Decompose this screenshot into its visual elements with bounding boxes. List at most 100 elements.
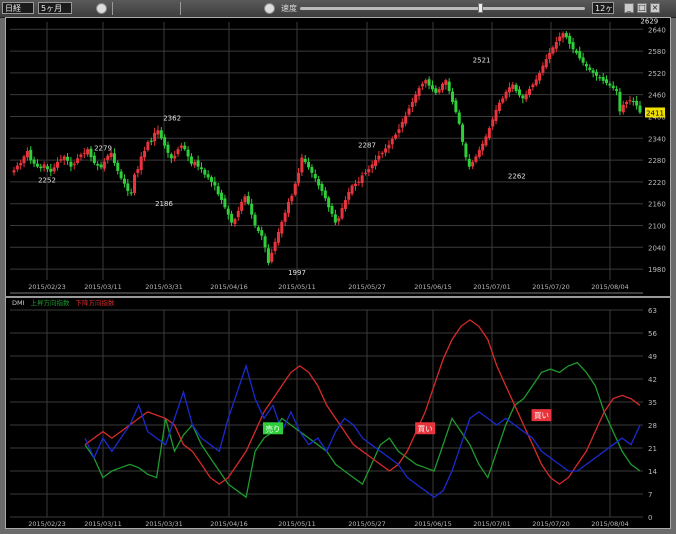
candle-body <box>323 190 327 199</box>
candle-body <box>427 79 431 86</box>
candle-body <box>293 183 297 195</box>
dmi-x-tick-label: 2015/06/15 <box>414 520 451 528</box>
candle-body <box>156 130 160 135</box>
candle-body <box>203 169 207 175</box>
candle-body <box>89 148 93 158</box>
dmi-legend-entry: 下降方向指数 <box>76 298 116 307</box>
price-x-tick-label: 2015/02/23 <box>28 283 65 291</box>
dmi-panel: 0 7 14 21 28 35 42 49 56 63 2015/02/23 2015/03/11 20… <box>5 296 671 528</box>
dmi-y-tick-label: 63 <box>648 307 657 315</box>
candle-body <box>280 221 284 234</box>
candle-body <box>340 208 344 219</box>
candle-body <box>484 136 488 146</box>
candle-body <box>236 210 240 218</box>
candle-body <box>52 167 56 172</box>
candle-body <box>531 84 535 88</box>
candle-body <box>116 162 120 171</box>
dmi-y-tick-label: 56 <box>648 330 657 338</box>
candle-body <box>638 105 642 113</box>
candle-body <box>109 152 113 157</box>
candle-body <box>377 155 381 160</box>
candle-body <box>303 158 307 162</box>
candle-body <box>594 71 598 76</box>
candle-body <box>517 89 521 96</box>
dmi-x-tick-label: 2015/03/11 <box>84 520 121 528</box>
candle-body <box>333 214 337 223</box>
candle-body <box>283 212 287 222</box>
candle-body <box>62 156 66 160</box>
candle-body <box>246 196 250 204</box>
candle-body <box>35 163 39 167</box>
dmi-x-tick-label: 2015/05/27 <box>348 520 385 528</box>
candle-body <box>206 174 210 178</box>
candle-body <box>384 148 388 153</box>
candle-body <box>367 169 371 173</box>
candle-body <box>317 179 321 186</box>
candle-body <box>216 186 220 195</box>
candle-body <box>370 164 374 169</box>
candle-body <box>628 100 632 102</box>
candle-body <box>300 157 304 173</box>
candle-body <box>226 208 230 215</box>
price-extreme-label: 2521 <box>473 57 491 65</box>
candle-body <box>166 144 170 153</box>
candle-body <box>417 88 421 96</box>
candle-body <box>66 156 70 161</box>
candle-body <box>481 143 485 151</box>
candle-body <box>56 161 60 168</box>
candle-body <box>487 128 491 138</box>
candle-body <box>112 153 116 163</box>
price-extreme-label: 2186 <box>155 200 173 208</box>
candle-body <box>290 195 294 202</box>
candle-body <box>22 156 26 164</box>
candle-body <box>129 192 133 194</box>
candle-body <box>454 100 458 113</box>
candle-body <box>126 183 130 191</box>
candle-body <box>210 177 214 182</box>
candle-body <box>578 51 582 59</box>
candle-body <box>504 91 508 99</box>
candle-body <box>631 101 635 103</box>
signal-label: 買い <box>534 411 549 420</box>
candle-body <box>122 178 126 184</box>
dmi-legend-entry: 上昇方向指数 <box>31 298 71 307</box>
candle-body <box>374 160 378 167</box>
candle-body <box>554 41 558 49</box>
candle-body <box>12 170 16 173</box>
dmi-y-tick-label: 7 <box>648 491 652 499</box>
candle-body <box>611 85 615 89</box>
candle-body <box>457 112 461 124</box>
candle-body <box>163 137 167 146</box>
candle-body <box>149 140 153 142</box>
candle-body <box>424 80 428 84</box>
candle-body <box>440 83 444 90</box>
candle-body <box>507 87 511 93</box>
candle-body <box>49 168 53 172</box>
candle-body <box>15 165 19 170</box>
candle-body <box>521 95 525 99</box>
price-x-tick-label: 2015/06/15 <box>414 283 451 291</box>
candle-body <box>494 109 498 121</box>
candle-body <box>92 155 96 163</box>
candle-body <box>558 36 562 41</box>
candle-body <box>538 72 542 81</box>
price-x-tick-label: 2015/05/27 <box>348 283 385 291</box>
dmi-x-tick-label: 2015/05/11 <box>278 520 315 528</box>
candle-body <box>186 149 190 157</box>
price-x-tick-label: 2015/04/16 <box>210 283 247 291</box>
candle-body <box>102 161 106 169</box>
candle-body <box>497 102 501 111</box>
candle-body <box>213 181 217 186</box>
candle-body <box>541 65 545 73</box>
candle-body <box>250 203 254 215</box>
dmi-x-tick-label: 2015/02/23 <box>28 520 65 528</box>
candle-body <box>394 134 398 139</box>
dmi-y-tick-label: 14 <box>648 468 657 476</box>
candle-body <box>136 169 140 173</box>
dmi-legend-entry: DMI <box>12 299 25 307</box>
candle-body <box>621 104 625 113</box>
candle-body <box>511 84 515 89</box>
candle-body <box>330 206 334 214</box>
candle-body <box>444 80 448 85</box>
candle-body <box>568 35 572 44</box>
